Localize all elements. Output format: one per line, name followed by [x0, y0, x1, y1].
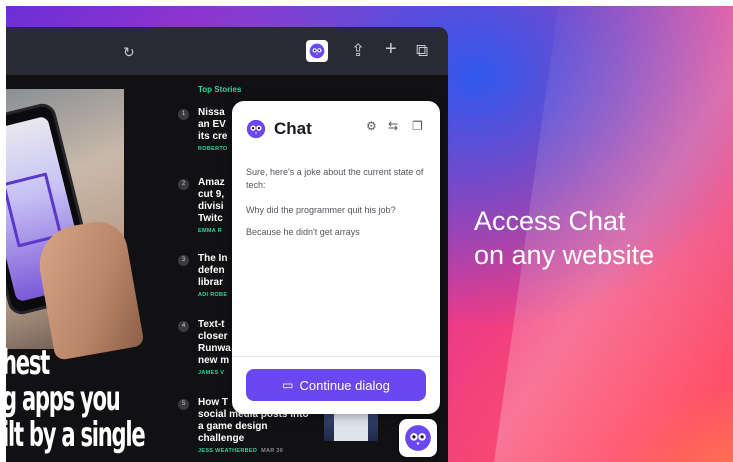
owl-logo-icon	[309, 43, 325, 59]
top-stories-title: Top Stories	[198, 85, 242, 94]
copy-icon[interactable]: ❐	[412, 119, 423, 133]
chat-title: Chat	[274, 119, 312, 138]
share-icon[interactable]: ⇪	[351, 41, 365, 61]
tabs-icon[interactable]: ⧉	[416, 41, 428, 61]
extension-logo-icon[interactable]	[306, 40, 328, 62]
promo-background: ↻ ⇪ + ⧉ hest g apps you ilt by a single …	[6, 6, 733, 462]
chat-message: Because he didn't get arrays	[246, 227, 360, 237]
chat-message: Why did the programmer quit his job?	[246, 205, 396, 215]
owl-logo-icon	[246, 119, 266, 139]
owl-logo-icon	[405, 425, 431, 451]
gear-icon[interactable]: ⚙	[366, 119, 377, 133]
chat-panel: Chat ⚙ ⇆ ❐ Sure, here's a joke about the…	[232, 101, 440, 414]
promo-tagline: Access Chat on any website	[474, 206, 655, 270]
translate-icon[interactable]: ⇆	[388, 119, 398, 133]
chat-bubble-icon: ▭	[282, 378, 294, 392]
hand-image	[33, 217, 145, 361]
divider	[232, 356, 440, 357]
floating-chat-button[interactable]	[399, 419, 437, 457]
browser-toolbar: ↻ ⇪ + ⧉	[6, 27, 448, 75]
continue-dialog-button[interactable]: ▭ Continue dialog	[246, 369, 426, 401]
article-headline: hest g apps you ilt by a single	[6, 343, 146, 455]
article-photo	[6, 89, 145, 361]
chat-message: Sure, here's a joke about the current st…	[246, 167, 424, 190]
continue-dialog-label: Continue dialog	[299, 377, 390, 393]
reload-icon[interactable]: ↻	[123, 42, 135, 62]
new-tab-icon[interactable]: +	[385, 39, 397, 59]
